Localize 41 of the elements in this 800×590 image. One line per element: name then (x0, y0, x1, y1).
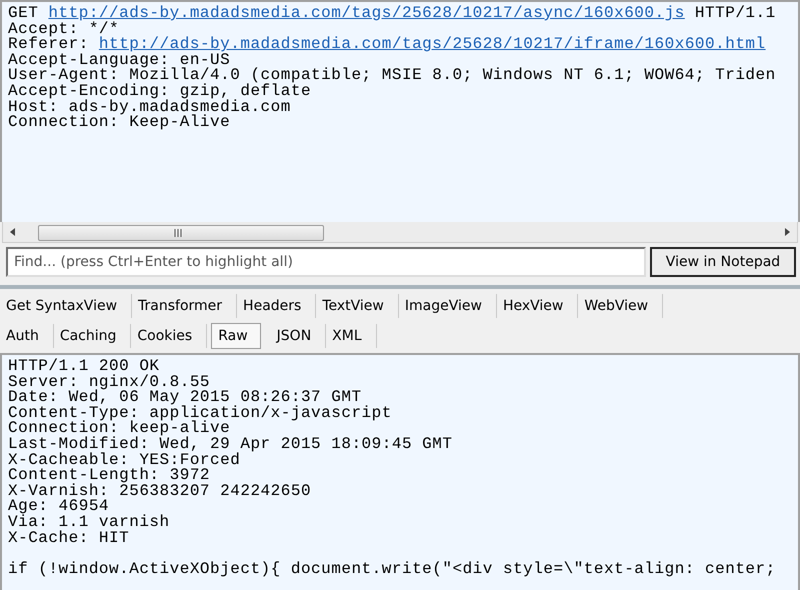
header-line: Age: 46954 (8, 499, 110, 515)
url-link[interactable]: http://ads-by.madadsmedia.com/tags/25628/10217/iframe/160x600.html (98, 35, 766, 54)
header-line: X-Varnish: 256383207 242242650 (8, 484, 312, 500)
tab[interactable]: Headers (237, 294, 316, 318)
header-line: Content-Length: 3972 (8, 468, 210, 484)
tab[interactable]: Cookies (131, 324, 208, 348)
header-line: Referer: http://ads-by.madadsmedia.com/tags/25628/10217/iframe/160x600.html (8, 37, 766, 53)
header-line: Host: ads-by.madadsmedia.com (8, 100, 291, 116)
header-line: Connection: Keep-Alive (8, 115, 230, 131)
header-line: Connection: keep-alive (8, 421, 230, 437)
scrollbar-thumb[interactable] (38, 225, 324, 241)
find-field[interactable]: Find... (press Ctrl+Enter to highlight all) (6, 247, 646, 277)
header-line: Accept: */* (8, 22, 120, 38)
url-link[interactable]: http://ads-by.madadsmedia.com/tags/25628/10217/async/160x600.js (48, 4, 685, 22)
view-in-notepad-button[interactable]: View in Notepad (650, 247, 796, 277)
header-line: GET http://ads-by.madadsmedia.com/tags/25628/10217/async/160x600.js HTTP/1.1 (8, 6, 776, 22)
tab[interactable]: Get SyntaxView (0, 294, 132, 318)
header-line: X-Cacheable: YES:Forced (8, 452, 240, 468)
tab[interactable]: Raw (211, 323, 261, 349)
horizontal-scrollbar[interactable] (2, 222, 798, 243)
tab[interactable]: JSON (270, 324, 326, 348)
header-line: Last-Modified: Wed, 29 Apr 2015 18:09:45 GMT (8, 436, 452, 453)
tab[interactable]: ImageView (398, 294, 497, 318)
header-line: Accept-Language: en-US (8, 52, 230, 68)
tab[interactable]: TextView (316, 294, 399, 318)
header-line: X-Cache: HIT (8, 530, 130, 546)
tab[interactable]: Auth (0, 324, 54, 348)
tab[interactable]: Transformer (132, 294, 238, 318)
tab[interactable]: Caching (54, 324, 132, 348)
body-line: if (!window.ActiveXObject){ document.write("<div style=\"text-align: center; (8, 562, 776, 578)
tab[interactable]: XML (326, 324, 377, 348)
grip-icon (174, 229, 184, 237)
header-line: Accept-Encoding: gzip, deflate (8, 84, 312, 100)
header-line: User-Agent: Mozilla/4.0 (compatible; MSIE 8.0; Windows NT 6.1; WOW64; Triden (8, 68, 776, 84)
header-line: HTTP/1.1 200 OK (8, 359, 160, 375)
tab[interactable]: WebView (578, 294, 664, 318)
header-line: Via: 1.1 varnish (8, 514, 170, 531)
header-line: Server: nginx/0.8.55 (8, 374, 210, 390)
tab[interactable]: HexView (496, 294, 578, 318)
header-line: Content-Type: application/x-javascript (8, 406, 392, 422)
header-line: Date: Wed, 06 May 2015 08:26:37 GMT (8, 390, 362, 406)
